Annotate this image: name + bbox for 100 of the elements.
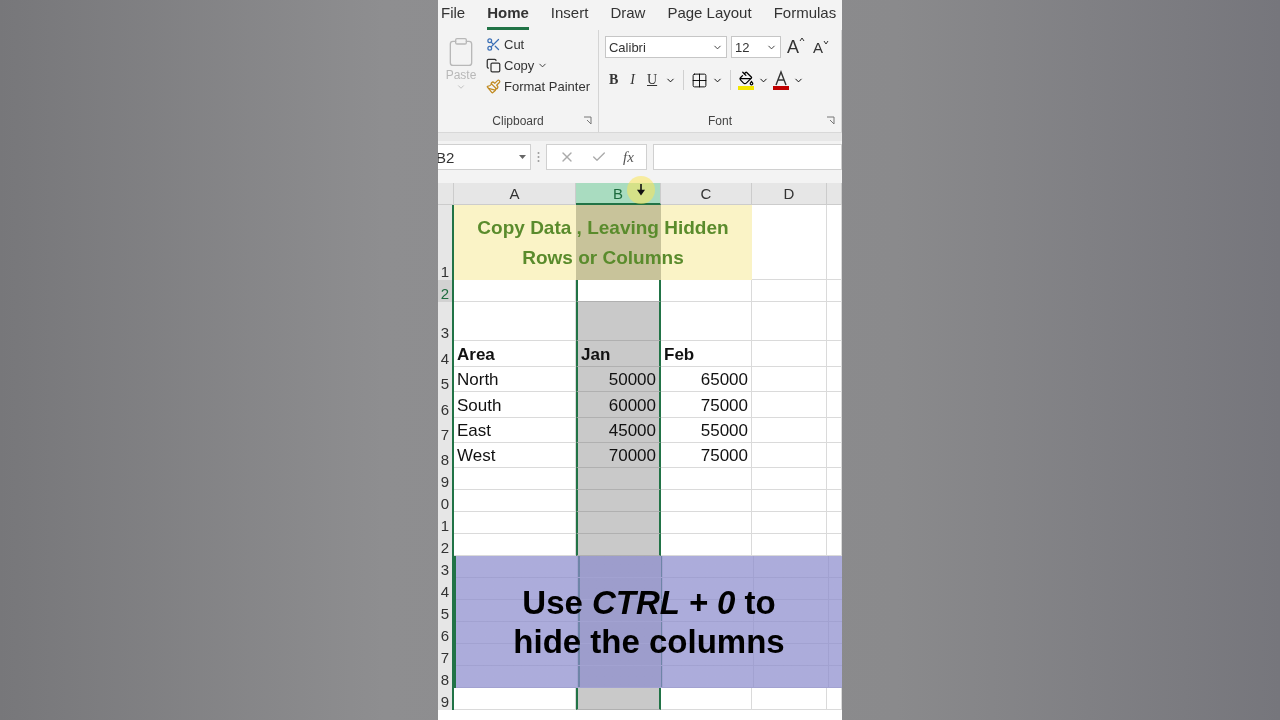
table-cell-text: West xyxy=(456,446,497,467)
sheet-cell[interactable]: 65000 xyxy=(661,367,752,392)
ribbon-tab[interactable]: Formulas xyxy=(773,4,837,30)
table-cell-text: 75000 xyxy=(699,446,749,467)
sheet-cell xyxy=(827,341,842,367)
table-cell-text: East xyxy=(456,421,493,442)
table-cell-text: Area xyxy=(456,345,496,366)
select-all-corner xyxy=(438,183,454,205)
sheet-cell[interactable] xyxy=(576,512,661,534)
format-painter-button[interactable]: Format Painter xyxy=(484,78,592,95)
formula-input[interactable] xyxy=(652,144,842,170)
row-header[interactable]: 2 xyxy=(438,280,454,302)
row-header[interactable]: 4 xyxy=(438,341,454,367)
row-header[interactable]: 7 xyxy=(438,418,454,443)
ribbon-tab[interactable]: File xyxy=(441,4,466,30)
title-cell: Copy Data , Leaving Hidden Rows or Columns xyxy=(454,205,752,280)
row-header[interactable]: 7 xyxy=(438,644,454,666)
scissors-icon xyxy=(486,37,501,52)
table-cell-text: North xyxy=(456,370,500,391)
row-header[interactable]: 9 xyxy=(438,688,454,710)
sheet-cell[interactable]: 55000 xyxy=(661,418,752,443)
sheet-cell[interactable] xyxy=(576,534,661,556)
group-label: Clipboard xyxy=(492,114,544,128)
table-cell-text: Feb xyxy=(663,345,696,366)
underline-button[interactable]: U xyxy=(643,72,662,88)
shrink-font-button[interactable]: A xyxy=(811,38,831,56)
caption-text: Use CTRL + 0 to hide the columns xyxy=(512,583,786,661)
table-cell-text: 60000 xyxy=(607,396,657,417)
table-cell-text: Jan xyxy=(580,345,612,366)
table-cell-text: 70000 xyxy=(607,446,657,467)
sheet-cell xyxy=(827,468,842,490)
row-header[interactable]: 3 xyxy=(438,556,454,578)
column-header[interactable]: A xyxy=(454,183,576,205)
sheet-cell xyxy=(827,512,842,534)
copy-icon xyxy=(486,58,501,73)
sheet-cell[interactable]: 50000 xyxy=(576,367,661,392)
sheet-cell[interactable]: 75000 xyxy=(661,392,752,418)
italic-button[interactable]: I xyxy=(626,72,639,88)
row-header[interactable]: 1 xyxy=(438,205,454,280)
font-color-icon[interactable] xyxy=(773,70,790,90)
sheet-cell xyxy=(827,490,842,512)
sheet-cell xyxy=(827,534,842,556)
row-header[interactable]: 6 xyxy=(438,392,454,418)
table-cell-text: South xyxy=(456,396,503,417)
grow-font-button[interactable]: A xyxy=(785,36,807,58)
fill-color-icon[interactable] xyxy=(738,70,755,90)
row-header[interactable]: 1 xyxy=(438,512,454,534)
column-header xyxy=(827,183,842,205)
borders-icon[interactable] xyxy=(691,71,709,89)
active-cell[interactable] xyxy=(576,280,661,302)
ribbon-tab[interactable]: Draw xyxy=(610,4,646,30)
sheet-cell[interactable] xyxy=(576,302,661,341)
sheet-cell xyxy=(827,418,842,443)
column-header[interactable]: B xyxy=(576,183,661,205)
column-header[interactable]: C xyxy=(661,183,752,205)
sheet-cell xyxy=(827,367,842,392)
sheet-cell[interactable] xyxy=(576,490,661,512)
row-header[interactable]: 8 xyxy=(438,443,454,468)
font-name-field[interactable]: Calibri xyxy=(605,36,727,58)
table-cell-text: 75000 xyxy=(699,396,749,417)
sheet-cell[interactable]: 75000 xyxy=(661,443,752,468)
up-caret-icon xyxy=(799,36,805,43)
sheet-cell xyxy=(827,688,842,710)
row-header[interactable]: 6 xyxy=(438,622,454,644)
row-header[interactable]: 2 xyxy=(438,534,454,556)
sheet-cell[interactable] xyxy=(576,468,661,490)
table-cell-text: 50000 xyxy=(607,370,657,391)
sheet-cell[interactable]: 45000 xyxy=(576,418,661,443)
sheet-cell xyxy=(827,392,842,418)
caret-icon xyxy=(456,82,466,92)
sheet-cell[interactable]: Jan xyxy=(576,341,661,367)
row-header[interactable]: 4 xyxy=(438,578,454,600)
table-cell-text: 45000 xyxy=(607,421,657,442)
sheet-cell xyxy=(827,443,842,468)
dialog-launcher-icon xyxy=(583,116,592,125)
ribbon-tab[interactable]: Insert xyxy=(550,4,589,30)
row-header[interactable]: 8 xyxy=(438,666,454,688)
sheet-cell xyxy=(827,302,842,341)
font-size-field[interactable]: 12 xyxy=(731,36,781,58)
insert-function-button[interactable]: fx xyxy=(623,148,634,166)
row-header[interactable]: 5 xyxy=(438,367,454,392)
column-header[interactable]: D xyxy=(752,183,827,205)
row-header[interactable]: 3 xyxy=(438,302,454,341)
sheet-cell[interactable]: 70000 xyxy=(576,443,661,468)
copy-button[interactable]: Copy xyxy=(484,57,592,74)
down-caret-icon xyxy=(823,38,829,45)
row-header[interactable]: 9 xyxy=(438,468,454,490)
sheet-cell[interactable]: 60000 xyxy=(576,392,661,418)
table-cell-text: 55000 xyxy=(699,421,749,442)
group-label: Font xyxy=(708,114,732,128)
row-header[interactable]: 0 xyxy=(438,490,454,512)
row-header[interactable]: 5 xyxy=(438,600,454,622)
cut-button[interactable]: Cut xyxy=(484,36,592,53)
name-box[interactable]: B2 xyxy=(438,144,531,170)
bold-button[interactable]: B xyxy=(605,72,623,88)
sheet-cell[interactable]: Feb xyxy=(661,341,752,367)
cursor-icon xyxy=(626,175,656,205)
sheet-cell[interactable] xyxy=(576,688,661,710)
ribbon-tab[interactable]: Page Layout xyxy=(667,4,752,30)
sheet-cell xyxy=(827,280,842,302)
